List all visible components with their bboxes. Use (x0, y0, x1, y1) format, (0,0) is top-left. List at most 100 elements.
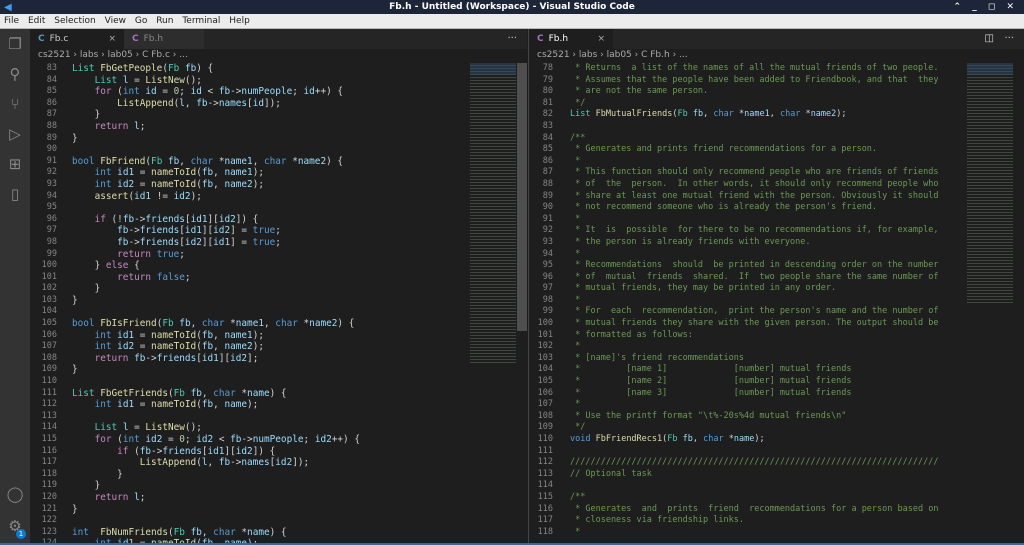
menu-help[interactable]: Help (229, 16, 250, 26)
code-line[interactable]: 78 * Returns a list of the names of all … (529, 63, 1024, 75)
code-line[interactable]: 85 * Generates and prints friend recomme… (529, 144, 1024, 156)
code-line[interactable]: 83 (529, 121, 1024, 133)
code-line[interactable]: 88 return l; (30, 121, 527, 133)
code-line[interactable]: 118 } (30, 469, 527, 481)
code-line[interactable]: 122 (30, 515, 527, 527)
code-line[interactable]: 92 * It is possible for there to be no r… (529, 225, 1024, 237)
code-line[interactable]: 117 * closeness via friendship links. (529, 515, 1024, 527)
code-line[interactable]: 93 * the person is already friends with … (529, 237, 1024, 249)
code-line[interactable]: 119 } (30, 480, 527, 492)
code-editor[interactable]: 78 * Returns a list of the names of all … (529, 63, 1024, 538)
code-line[interactable]: 89 * share at least one mutual friend wi… (529, 191, 1024, 203)
code-line[interactable]: 84 /** (529, 133, 1024, 145)
close-icon[interactable]: × (108, 29, 116, 49)
code-line[interactable]: 108 return fb->friends[id1][id2]; (30, 353, 527, 365)
menu-selection[interactable]: Selection (54, 16, 95, 26)
menu-edit[interactable]: Edit (28, 16, 45, 26)
account-icon[interactable]: ◯ (6, 485, 24, 503)
code-line[interactable]: 100 * mutual friends they share with the… (529, 318, 1024, 330)
code-line[interactable]: 108 * Use the printf format "\t%-20s%4d … (529, 411, 1024, 423)
minimap[interactable] (967, 63, 1013, 303)
code-line[interactable]: 112 int id1 = nameToId(fb, name); (30, 399, 527, 411)
code-line[interactable]: 109} (30, 364, 527, 376)
code-line[interactable]: 112 /////////////////////////////////////… (529, 457, 1024, 469)
breadcrumb[interactable]: cs2521 › labs › lab05 › C Fb.c › ... (30, 49, 527, 62)
code-line[interactable]: 104 (30, 306, 527, 318)
code-line[interactable]: 80 * are not the same person. (529, 86, 1024, 98)
code-line[interactable]: 96 if (!fb->friends[id1][id2]) { (30, 214, 527, 226)
code-line[interactable]: 106 int id1 = nameToId(fb, name1); (30, 330, 527, 342)
code-line[interactable]: 99 * For each recommendation, print the … (529, 306, 1024, 318)
minimap-viewport[interactable] (470, 63, 516, 75)
more-actions-icon[interactable]: ··· (507, 29, 517, 49)
code-line[interactable]: 94 assert(id1 != id2); (30, 191, 527, 203)
code-line[interactable]: 102 * (529, 341, 1024, 353)
code-line[interactable]: 102 } (30, 283, 527, 295)
code-line[interactable]: 110 void FbFriendRecs1(Fb fb, char *name)… (529, 434, 1024, 446)
code-line[interactable]: 91 * (529, 214, 1024, 226)
code-line[interactable]: 97 fb->friends[id1][id2] = true; (30, 225, 527, 237)
code-line[interactable]: 106 * [name 3] [number] mutual friends (529, 388, 1024, 400)
code-line[interactable]: 92 int id1 = nameToId(fb, name1); (30, 167, 527, 179)
source-control-icon[interactable]: ⑂ (6, 95, 24, 113)
menu-terminal[interactable]: Terminal (182, 16, 220, 26)
code-line[interactable]: 121} (30, 504, 527, 516)
code-line[interactable]: 116 * Generates and prints friend recomm… (529, 504, 1024, 516)
code-line[interactable]: 88 * of the person. In other words, it s… (529, 179, 1024, 191)
search-icon[interactable]: ⚲ (6, 65, 24, 83)
code-line[interactable]: 97 * mutual friends, they may be printed… (529, 283, 1024, 295)
code-line[interactable]: 79 * Assumes that the people have been a… (529, 75, 1024, 87)
minimap-viewport[interactable] (967, 63, 1013, 75)
split-editor-icon[interactable]: ◫ (985, 29, 994, 49)
more-actions-icon[interactable]: ··· (1004, 29, 1014, 49)
code-line[interactable]: 114 List l = ListNew(); (30, 422, 527, 434)
code-line[interactable]: 85 for (int id = 0; id < fb->numPeople; … (30, 86, 527, 98)
code-line[interactable]: 89} (30, 133, 527, 145)
code-line[interactable]: 99 return true; (30, 249, 527, 261)
code-line[interactable]: 98 * (529, 295, 1024, 307)
code-line[interactable]: 98 fb->friends[id2][id1] = true; (30, 237, 527, 249)
breadcrumb[interactable]: cs2521 › labs › lab05 › C Fb.h › ... (529, 49, 1024, 62)
code-line[interactable]: 104 * [name 1] [number] mutual friends (529, 364, 1024, 376)
code-line[interactable]: 101 * formatted as follows: (529, 330, 1024, 342)
code-line[interactable]: 107 int id2 = nameToId(fb, name2); (30, 341, 527, 353)
code-line[interactable]: 82 List FbMutualFriends(Fb fb, char *name… (529, 109, 1024, 121)
code-line[interactable]: 113 // Optional task (529, 469, 1024, 481)
code-line[interactable]: 95 (30, 202, 527, 214)
code-line[interactable]: 87 } (30, 109, 527, 121)
explorer-icon[interactable]: ❐ (6, 35, 24, 53)
code-line[interactable]: 90 (30, 144, 527, 156)
code-line[interactable]: 96 * of mutual friends shared. If two pe… (529, 272, 1024, 284)
code-line[interactable]: 117 ListAppend(l, fb->names[id2]); (30, 457, 527, 469)
minimap[interactable] (470, 63, 516, 363)
code-line[interactable]: 103 * [name]'s friend recommendations (529, 353, 1024, 365)
run-debug-icon[interactable]: ▷ (6, 125, 24, 143)
scrollbar[interactable] (517, 63, 527, 331)
menu-view[interactable]: View (105, 16, 126, 26)
close-icon[interactable]: × (597, 29, 605, 49)
code-editor[interactable]: 83 List FbGetPeople(Fb fb) {84 List l = L… (30, 63, 527, 543)
code-line[interactable]: 94 * (529, 249, 1024, 261)
code-line[interactable]: 100 } else { (30, 260, 527, 272)
tab-fb-c[interactable]: C Fb.c × (30, 29, 124, 49)
code-line[interactable]: 114 (529, 480, 1024, 492)
menu-go[interactable]: Go (135, 16, 147, 26)
code-line[interactable]: 110 (30, 376, 527, 388)
code-line[interactable]: 109 */ (529, 422, 1024, 434)
code-line[interactable]: 111 List FbGetFriends(Fb fb, char *name) … (30, 388, 527, 400)
tab-fb-h[interactable]: C Fb.h × (529, 29, 613, 49)
book-icon[interactable]: ▯ (6, 185, 24, 203)
code-line[interactable]: 90 * not recommend someone who is alread… (529, 202, 1024, 214)
code-line[interactable]: 118 * (529, 527, 1024, 539)
code-line[interactable]: 81 */ (529, 98, 1024, 110)
code-line[interactable]: 95 * Recommendations should be printed i… (529, 260, 1024, 272)
code-line[interactable]: 103} (30, 295, 527, 307)
menu-run[interactable]: Run (156, 16, 173, 26)
code-line[interactable]: 105 * [name 2] [number] mutual friends (529, 376, 1024, 388)
code-line[interactable]: 87 * This function should only recommend… (529, 167, 1024, 179)
code-line[interactable]: 91 bool FbFriend(Fb fb, char *name1, char… (30, 156, 527, 168)
tab-fb-h[interactable]: C Fb.h (124, 29, 204, 49)
code-line[interactable]: 115 /** (529, 492, 1024, 504)
code-line[interactable]: 84 List l = ListNew(); (30, 75, 527, 87)
code-line[interactable]: 93 int id2 = nameToId(fb, name2); (30, 179, 527, 191)
